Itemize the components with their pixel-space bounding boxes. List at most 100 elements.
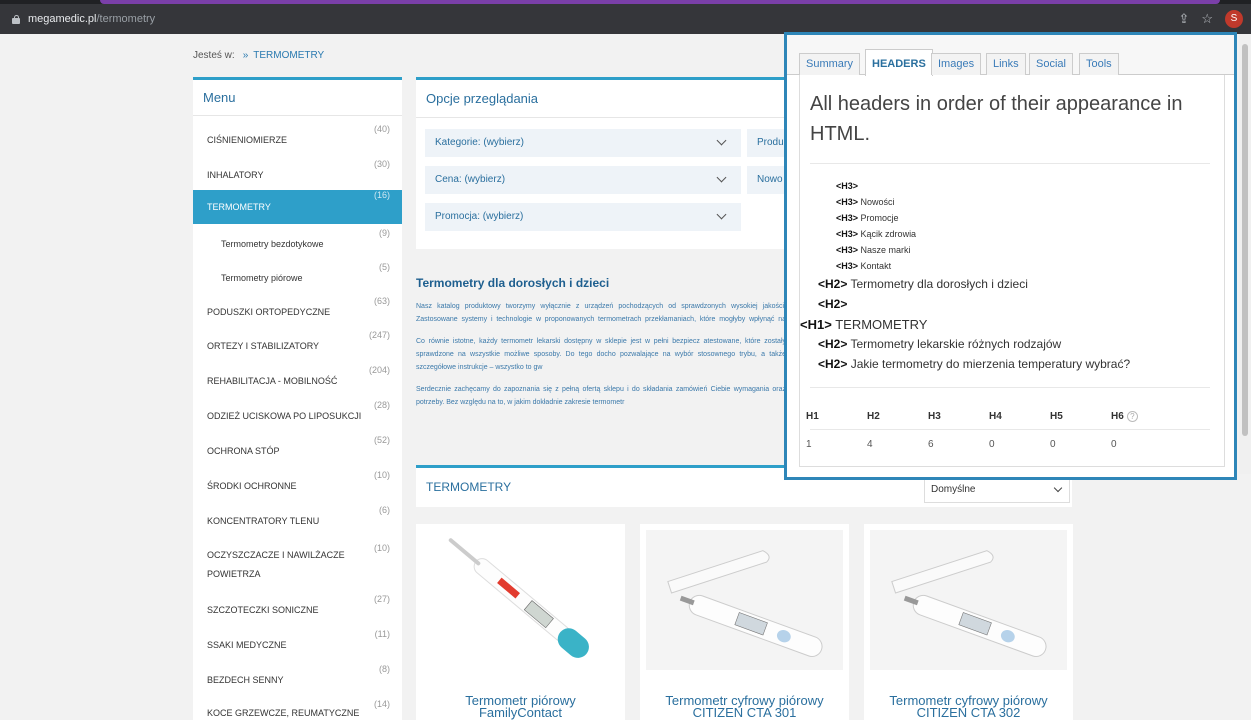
count-value: 6 <box>928 439 934 450</box>
header-entry: <H2> Jakie termometry do mierzenia tempe… <box>818 357 1131 371</box>
lock-icon <box>12 14 20 24</box>
product-name[interactable]: Termometr piórowy FamilyContact <box>422 694 619 719</box>
tab-headers[interactable]: HEADERS <box>865 49 933 76</box>
menu-item-count: (52) <box>373 435 390 445</box>
menu-item-poduszki[interactable]: PODUSZKI ORTOPEDYCZNE (63) <box>193 296 402 328</box>
extension-icon[interactable]: S <box>1225 10 1243 28</box>
count-value: 4 <box>867 439 873 450</box>
menu-item-label: KOCE GRZEWCZE, REUMATYCZNE <box>207 707 360 718</box>
header-entry: <H3> Nowości <box>836 197 895 207</box>
count-value: 0 <box>1050 439 1056 450</box>
breadcrumb-label: Jesteś w: <box>193 50 235 61</box>
menu-item-count: (11) <box>374 629 390 639</box>
menu-item-szczoteczki[interactable]: SZCZOTECZKI SONICZNE (27) <box>193 594 402 626</box>
menu-item-count: (16) <box>373 190 390 200</box>
product-image[interactable] <box>422 530 619 670</box>
menu-item-bezdech[interactable]: BEZDECH SENNY (8) <box>193 664 402 696</box>
chevron-down-icon <box>716 135 727 146</box>
producer-filter-label: Produ <box>757 137 784 148</box>
header-entry: <H3> <box>836 181 859 191</box>
product-image[interactable] <box>646 530 843 670</box>
menu-item-ortezy[interactable]: ORTEZY I STABILIZATORY (247) <box>193 330 402 362</box>
menu-item-ssaki[interactable]: SSAKI MEDYCZNE (11) <box>193 629 402 661</box>
menu-item-label: ŚRODKI OCHRONNE <box>207 480 297 491</box>
product-name[interactable]: Termometr cyfrowy piórowy CITIZEN CTA 301 <box>646 694 843 719</box>
product-image[interactable] <box>870 530 1067 670</box>
product-card[interactable]: Termometr cyfrowy piórowy CITIZEN CTA 302 <box>864 524 1073 720</box>
tab-links[interactable]: Links <box>986 53 1026 75</box>
tab-images[interactable]: Images <box>931 53 982 75</box>
menu-item-count: (10) <box>373 470 390 480</box>
article-paragraph: Serdecznie zachęcamy do zapoznania się z… <box>416 386 786 406</box>
chevron-down-icon <box>1053 483 1063 493</box>
menu-item-count: (28) <box>373 400 390 410</box>
tab-social[interactable]: Social <box>1029 53 1073 75</box>
share-icon[interactable]: ⇪ <box>1178 11 1189 27</box>
price-filter[interactable]: Cena: (wybierz) <box>425 166 741 194</box>
menu-item-ochrona-stop[interactable]: OCHRONA STÓP (52) <box>193 435 402 467</box>
menu-item-label: SZCZOTECZKI SONICZNE <box>207 604 319 615</box>
page-scrollbar[interactable] <box>1239 34 1251 474</box>
menu-item-count: (27) <box>373 594 390 604</box>
tab-tools[interactable]: Tools <box>1079 53 1119 75</box>
menu-item-label: INHALATORY <box>207 169 264 180</box>
menu-item-koce[interactable]: KOCE GRZEWCZE, REUMATYCZNE (14) <box>193 699 402 720</box>
menu-item-odziez-uciskowa[interactable]: ODZIEŻ UCISKOWA PO LIPOSUKCJI (28) <box>193 400 402 432</box>
menu-item-label: CIŚNIENIOMIERZE <box>207 134 288 145</box>
browse-options-panel: Opcje przeglądania Kategorie: (wybierz) … <box>416 77 832 249</box>
article-paragraph: Nasz katalog produktowy tworzymy wyłączn… <box>416 303 786 323</box>
headers-heading: All headers in order of their appearance… <box>810 93 1183 145</box>
menu-item-label: PODUSZKI ORTOPEDYCZNE <box>207 306 331 317</box>
url-path: /termometry <box>96 13 156 25</box>
header-entry: <H2> Termometry lekarskie różnych rodzaj… <box>818 337 1062 351</box>
scrollbar-thumb[interactable] <box>1242 44 1248 436</box>
menu-item-label: BEZDECH SENNY <box>207 674 284 685</box>
tab-summary[interactable]: Summary <box>799 53 861 75</box>
bookmark-star-icon[interactable]: ☆ <box>1201 11 1213 27</box>
menu-item-label: ORTEZY I STABILIZATORY <box>207 340 320 351</box>
menu-item-count: (63) <box>373 296 390 306</box>
help-icon[interactable]: ? <box>1126 411 1138 422</box>
header-entry: <H2> Termometry dla dorosłych i dzieci <box>818 277 1028 291</box>
category-filter-label: Kategorie: (wybierz) <box>435 137 524 148</box>
menu-item-oczyszczacze[interactable]: OCZYSZCZACZE I NAWILŻACZE POWIETRZA (10) <box>193 543 402 587</box>
category-filter[interactable]: Kategorie: (wybierz) <box>425 129 741 157</box>
url-host: megamedic.pl <box>28 13 97 25</box>
category-description: Termometry dla dorosłych i dzieci Nasz k… <box>416 276 786 418</box>
product-card[interactable]: Termometr piórowy FamilyContact <box>416 524 625 720</box>
menu-item-termometry[interactable]: TERMOMETRY (16) <box>193 190 402 224</box>
count-label: H4 <box>989 411 1002 422</box>
header-entry: <H2> <box>818 297 848 311</box>
menu-item-cisnieniomierze[interactable]: CIŚNIENIOMIERZE (40) <box>193 124 402 156</box>
menu-item-termometry-bezdotykowe[interactable]: Termometry bezdotykowe (9) <box>193 228 402 260</box>
menu-item-inhalatory[interactable]: INHALATORY (30) <box>193 159 402 191</box>
menu-item-count: (9) <box>379 228 390 238</box>
extension-tabs: Summary HEADERS Images Links Social Tool… <box>787 35 1234 76</box>
menu-item-srodki-ochronne[interactable]: ŚRODKI OCHRONNE (10) <box>193 470 402 502</box>
products-title: TERMOMETRY <box>426 480 512 494</box>
menu-item-rehabilitacja[interactable]: REHABILITACJA - MOBILNOŚĆ (204) <box>193 365 402 397</box>
menu-item-count: (30) <box>373 159 390 169</box>
count-value: 1 <box>806 439 812 450</box>
divider <box>810 387 1210 388</box>
sort-select[interactable]: Domyślne <box>924 477 1070 503</box>
menu-item-koncentratory[interactable]: KONCENTRATORY TLENU (6) <box>193 505 402 537</box>
chevron-down-icon <box>716 172 727 183</box>
sort-value: Domyślne <box>931 484 976 495</box>
promotion-filter[interactable]: Promocja: (wybierz) <box>425 203 741 231</box>
article-paragraph: Co równie istotne, każdy termometr lekar… <box>416 338 786 371</box>
new-filter-label: Nowo <box>757 174 783 185</box>
header-entry: <H3> Kącik zdrowia <box>836 229 917 239</box>
count-label: H2 <box>867 411 880 422</box>
breadcrumb-separator: » <box>242 50 249 61</box>
address-bar[interactable]: megamedic.pl/termometry ⇪ ☆ S <box>0 4 1251 34</box>
menu-item-label: Termometry piórowe <box>221 272 303 283</box>
divider <box>810 429 1210 430</box>
breadcrumb-current[interactable]: TERMOMETRY <box>253 50 324 61</box>
menu-item-termometry-piorowe[interactable]: Termometry piórowe (5) <box>193 262 402 294</box>
price-filter-label: Cena: (wybierz) <box>435 174 506 185</box>
product-card[interactable]: Termometr cyfrowy piórowy CITIZEN CTA 301 <box>640 524 849 720</box>
menu-item-label: KONCENTRATORY TLENU <box>207 515 320 526</box>
product-name[interactable]: Termometr cyfrowy piórowy CITIZEN CTA 302 <box>870 694 1067 719</box>
header-entry: <H3> Promocje <box>836 213 899 223</box>
